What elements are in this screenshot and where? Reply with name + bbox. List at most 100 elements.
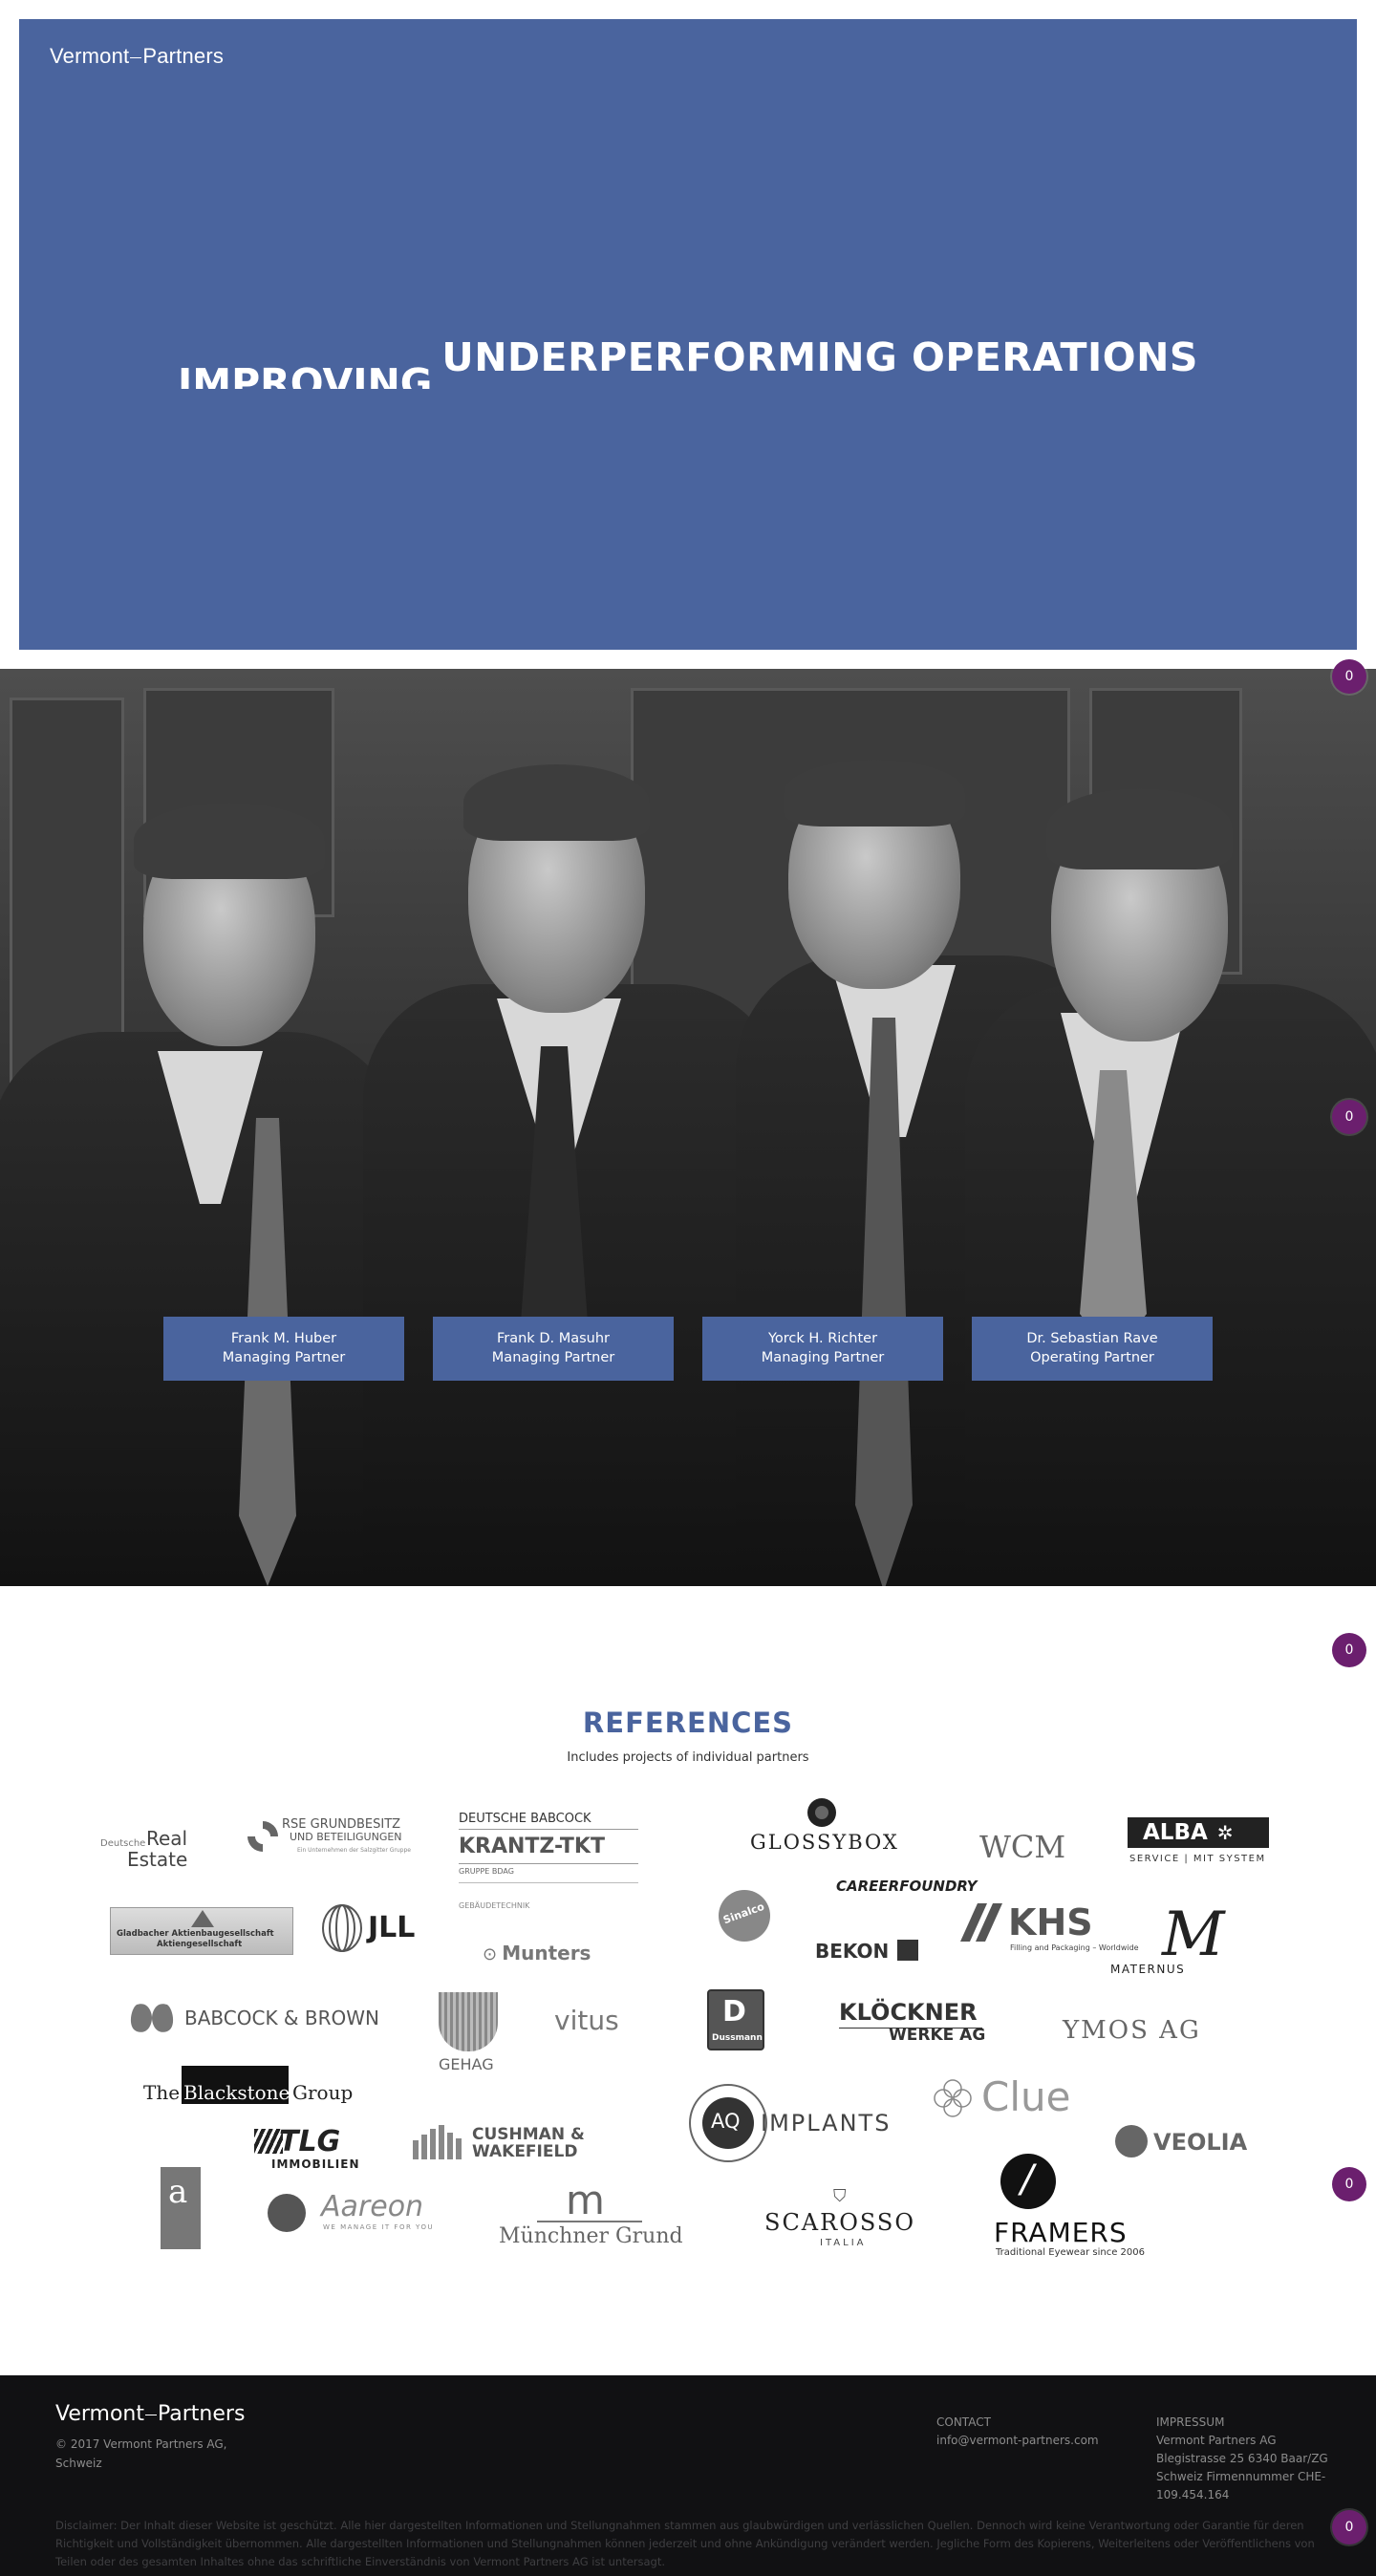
munters-icon: ⊙ bbox=[483, 1944, 498, 1964]
team-name: Frank M. Huber bbox=[230, 1331, 337, 1346]
logo-text: The bbox=[143, 2081, 181, 2104]
logo-rule bbox=[459, 1829, 638, 1830]
logo-vitus: vitus bbox=[554, 2005, 619, 2036]
logo-text: BEKON bbox=[815, 1940, 890, 1963]
footer-disclaimer: Disclaimer: Der Inhalt dieser Website is… bbox=[55, 2519, 1315, 2568]
logo-jll: JLL bbox=[320, 1901, 435, 1955]
logo-text: Münchner Grund bbox=[499, 2224, 683, 2248]
logo-scarosso: ⛉ SCAROSSO ITALIA bbox=[764, 2186, 927, 2253]
logo-text: Traditional Eyewear since 2006 bbox=[996, 2247, 1145, 2258]
logo-sinalco: Sinalco bbox=[719, 1890, 770, 1942]
logo-munters: ⊙ Munters bbox=[483, 1942, 591, 1964]
logo-text: CAREERFOUNDRY bbox=[836, 1878, 978, 1895]
impressum-line: Vermont Partners AG bbox=[1156, 2434, 1277, 2447]
logo-bekon: BEKON bbox=[815, 1940, 919, 1963]
team-card-4[interactable]: Dr. Sebastian Rave Operating Partner bbox=[972, 1317, 1213, 1381]
footer: Vermont Partners © 2017 Vermont Partners … bbox=[0, 2375, 1376, 2576]
logo-a-mark: a bbox=[161, 2167, 201, 2249]
team-role: Managing Partner bbox=[222, 1350, 346, 1365]
team-name: Dr. Sebastian Rave bbox=[1026, 1331, 1158, 1346]
dussmann-d-icon: D bbox=[722, 1995, 746, 2029]
logo-text: SCAROSSO bbox=[764, 2209, 916, 2236]
logo-text: BABCOCK & BROWN bbox=[184, 2007, 379, 2029]
logo-tlg: TLG IMMOBILIEN bbox=[250, 2125, 365, 2173]
logo-careerfoundry: CAREERFOUNDRY bbox=[836, 1877, 977, 1895]
impressum-line: 109.454.164 bbox=[1156, 2488, 1230, 2501]
team-role: Managing Partner bbox=[491, 1350, 615, 1365]
logo-text: Ein Unternehmen der Salzgitter Gruppe bbox=[297, 1847, 411, 1854]
logo-text: UND BETEILIGUNGEN bbox=[290, 1831, 402, 1843]
team-name: Yorck H. Richter bbox=[767, 1331, 878, 1346]
logo-text: Aareon bbox=[321, 2190, 424, 2223]
bekon-square-icon bbox=[897, 1940, 919, 1961]
team-card-2[interactable]: Frank D. Masuhr Managing Partner bbox=[433, 1317, 674, 1381]
logo-text: WERKE AG bbox=[889, 2026, 986, 2045]
logo-text: Sinalco bbox=[721, 1900, 766, 1927]
logo-rse: RSE GRUNDBESITZ UND BETEILIGUNGEN Ein Un… bbox=[244, 1814, 435, 1867]
footer-copyright: © 2017 Vermont Partners AG, Schweiz bbox=[55, 2435, 227, 2473]
logo-clue: Clue bbox=[932, 2073, 1085, 2127]
references-subtitle: Includes projects of individual partners bbox=[567, 1750, 809, 1765]
footer-logo[interactable]: Vermont Partners bbox=[55, 2402, 245, 2426]
logo-gladbacher: Gladbacher Aktienbaugesellschaft Aktieng… bbox=[110, 1907, 293, 1955]
notification-badge[interactable]: 0 bbox=[1332, 2167, 1366, 2201]
logo-text: RSE GRUNDBESITZ bbox=[282, 1817, 401, 1832]
logo-glossybox: GLOSSYBOX bbox=[750, 1796, 897, 1854]
gehag-emblem-icon bbox=[439, 1992, 498, 2051]
notification-badge[interactable]: 0 bbox=[1332, 1100, 1366, 1134]
team-card-1[interactable]: Frank M. Huber Managing Partner bbox=[163, 1317, 404, 1381]
impressum-line: Blegistrasse 25 6340 Baar/ZG bbox=[1156, 2452, 1328, 2465]
logo-text: KHS bbox=[1008, 1901, 1093, 1943]
logo-text: Estate bbox=[127, 1848, 188, 1871]
gladbacher-emblem-icon bbox=[191, 1910, 214, 1927]
logo-muenchner-grund: m Münchner Grund bbox=[499, 2177, 683, 2251]
team-name: Frank D. Masuhr bbox=[496, 1331, 610, 1346]
logo-wcm: WCM bbox=[979, 1829, 1075, 1867]
hero-title: IMPROVING UNDERPERFORMING OPERATIONS bbox=[19, 334, 1357, 389]
muenchner-m-icon: m bbox=[566, 2177, 605, 2223]
team-photo: Frank M. Huber Managing Partner Frank D.… bbox=[0, 669, 1376, 1586]
logo-deutsche-real-estate: Deutsche Real Estate bbox=[100, 1817, 196, 1875]
impressum-line: Schweiz Firmennummer CHE- bbox=[1156, 2470, 1326, 2483]
hero-title-part1: IMPROVING bbox=[178, 360, 433, 389]
logo-text: GEHAG bbox=[439, 2055, 494, 2073]
logo-ymos: YMOS AG bbox=[1063, 2016, 1201, 2045]
notification-badge[interactable]: 0 bbox=[1332, 659, 1366, 694]
copyright-line: © 2017 Vermont Partners AG, bbox=[55, 2437, 227, 2451]
logo-left: Vermont bbox=[55, 2402, 144, 2426]
logo-text: JLL bbox=[368, 1911, 416, 1944]
logo-text: Dussmann bbox=[712, 2033, 763, 2043]
logo-text: vitus bbox=[554, 2005, 619, 2036]
logo-rule bbox=[459, 1863, 638, 1864]
logo-text: SERVICE | MIT SYSTEM bbox=[1129, 1854, 1266, 1864]
logo-text: GEBÄUDETECHNIK bbox=[459, 1901, 530, 1910]
impressum-heading: IMPRESSUM bbox=[1156, 2415, 1225, 2429]
team-card-3[interactable]: Yorck H. Richter Managing Partner bbox=[702, 1317, 943, 1381]
khs-stripes-icon bbox=[960, 1903, 1002, 1942]
page: Vermont Partners IMPROVING UNDERPERFORMING… bbox=[0, 0, 1376, 2576]
contact-email-link[interactable]: info@vermont-partners.com bbox=[936, 2432, 1099, 2450]
cushman-buildings-icon bbox=[413, 2125, 462, 2159]
logo-text: YMOS AG bbox=[1063, 2016, 1201, 2045]
babcock-brown-mark-icon bbox=[130, 2004, 174, 2032]
logo-text: Munters bbox=[502, 1942, 591, 1964]
logo-aareon: Aareon WE MANAGE IT FOR YOU bbox=[268, 2190, 449, 2236]
logo-text: AQ bbox=[711, 2110, 741, 2133]
maternus-m-icon: M bbox=[1162, 1900, 1225, 1970]
logo-maternus: M MATERNUS bbox=[1108, 1900, 1225, 1978]
footer-contact: CONTACT info@vermont-partners.com bbox=[936, 2414, 1099, 2450]
logo-text: WCM bbox=[979, 1829, 1066, 1865]
logo-text: MATERNUS bbox=[1110, 1963, 1186, 1976]
logo-text: TLG bbox=[279, 2125, 341, 2158]
logo-text: FRAMERS bbox=[994, 2217, 1128, 2248]
notification-badge[interactable]: 0 bbox=[1332, 2510, 1366, 2544]
hero-title-part2: UNDERPERFORMING OPERATIONS bbox=[441, 334, 1198, 380]
notification-badge[interactable]: 0 bbox=[1332, 1633, 1366, 1667]
site-logo[interactable]: Vermont Partners bbox=[50, 44, 224, 69]
logo-rule bbox=[537, 2221, 642, 2222]
logo-rule bbox=[459, 1882, 638, 1883]
logo-text: Real bbox=[146, 1827, 188, 1850]
logo-text: VEOLIA bbox=[1153, 2129, 1248, 2156]
logo-gehag: GEHAG bbox=[435, 1992, 502, 2074]
logo-deutsche-babcock: DEUTSCHE BABCOCK KRANTZ-TKT GRUPPE BDAG … bbox=[459, 1812, 640, 1917]
